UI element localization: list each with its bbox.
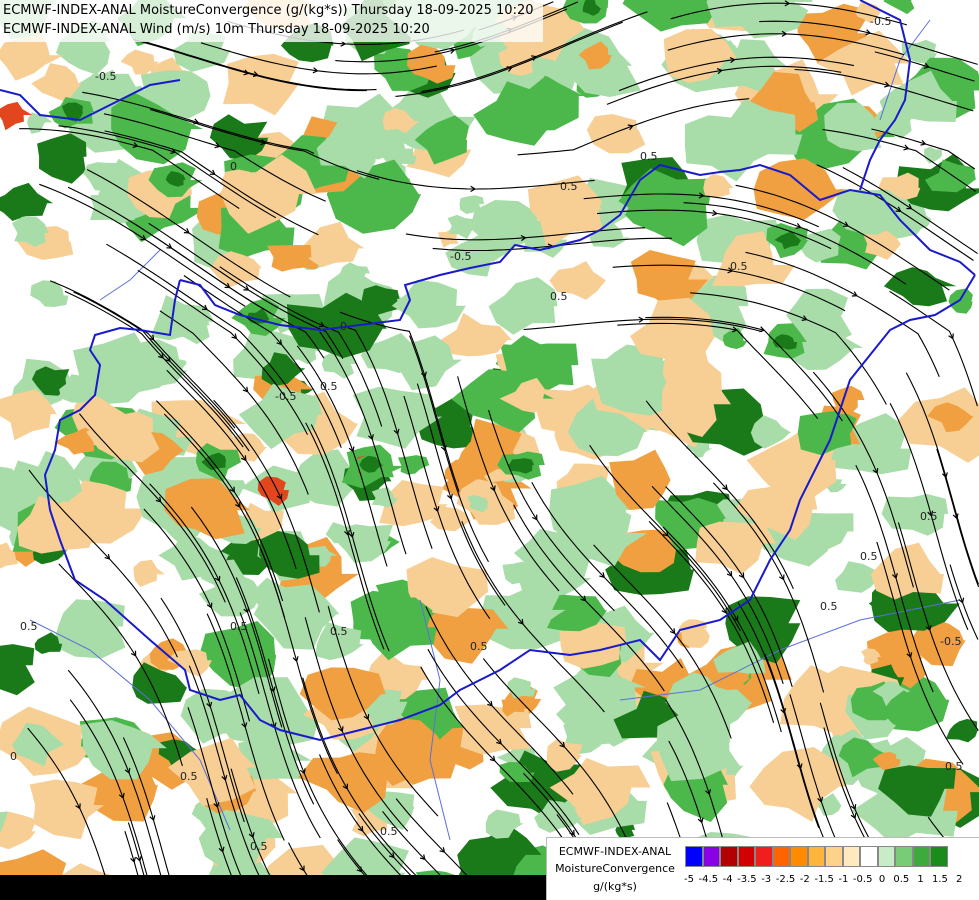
- legend-tick: -2.5: [775, 874, 796, 885]
- legend-parameter: MoistureConvergence: [555, 862, 675, 875]
- map-title-box: ECMWF-INDEX-ANAL MoistureConvergence (g/…: [0, 0, 543, 42]
- contour-label: -0.5: [275, 390, 296, 403]
- legend-swatch: [790, 846, 808, 867]
- contour-label: -0.5: [95, 70, 116, 83]
- legend-tick: 0.5: [893, 874, 910, 885]
- legend-swatch: [720, 846, 738, 867]
- moisture-convergence-map: 0.5 -0.5 0 0.5 -0.5 0.5 0 -0.5 0.5 0.5 0.5 0.5 -0.5 0…: [0, 0, 979, 900]
- legend-tick: -0.5: [852, 874, 873, 885]
- legend-tick: -3.5: [737, 874, 757, 885]
- contour-label: -0.5: [450, 250, 471, 263]
- title-wind: ECMWF-INDEX-ANAL Wind (m/s) 10m Thursday…: [3, 22, 430, 37]
- contour-label: 0.5: [860, 550, 878, 563]
- contour-label: 0.5: [470, 640, 488, 653]
- contour-label: -0.5: [870, 15, 891, 28]
- legend-swatch: [772, 846, 790, 867]
- contour-label: 0.5: [250, 840, 268, 853]
- legend-tick: -4: [722, 874, 733, 885]
- legend-swatch: [895, 846, 913, 867]
- contour-label: 0.5: [920, 510, 938, 523]
- legend-swatch: [825, 846, 843, 867]
- contour-label: 0.5: [230, 620, 248, 633]
- legend-swatch: [877, 846, 895, 867]
- color-legend: ECMWF-INDEX-ANAL MoistureConvergence g/(…: [546, 837, 979, 900]
- title-moisture-convergence: ECMWF-INDEX-ANAL MoistureConvergence (g/…: [3, 3, 534, 18]
- legend-tick: 1.5: [931, 874, 948, 885]
- legend-swatch: [860, 846, 878, 867]
- legend-unit: g/(kg*s): [593, 880, 637, 893]
- legend-swatch: [737, 846, 755, 867]
- legend-tick: 2: [956, 874, 963, 885]
- legend-tick-labels: -5 -4.5 -4 -3.5 -3 -2.5 -2 -1.5 -1 -0.5 0 0.5 1 1.5 2: [684, 874, 975, 888]
- legend-swatch: [842, 846, 860, 867]
- contour-label: 0.5: [380, 825, 398, 838]
- contour-label: 0: [340, 320, 347, 333]
- legend-swatch: [755, 846, 773, 867]
- contour-label: 0.5: [330, 625, 348, 638]
- contour-label: 0.5: [945, 760, 963, 773]
- contour-label: 0.5: [180, 770, 198, 783]
- contour-label: 0.5: [320, 380, 338, 393]
- legend-model: ECMWF-INDEX-ANAL: [558, 845, 672, 858]
- contour-label: 0: [230, 160, 237, 173]
- contour-label: 0.5: [640, 150, 658, 163]
- contour-label: 0.5: [820, 600, 838, 613]
- map-bottom-bar: [0, 875, 546, 900]
- contour-label: 0.5: [20, 620, 38, 633]
- legend-tick: 1: [917, 874, 924, 885]
- legend-swatch: [685, 846, 703, 867]
- legend-swatch: [702, 846, 720, 867]
- legend-tick: -3: [761, 874, 772, 885]
- contour-label: 0: [10, 750, 17, 763]
- legend-swatch: [930, 846, 948, 867]
- contour-label: -0.5: [940, 635, 961, 648]
- contour-label: 0.5: [560, 180, 578, 193]
- legend-swatch: [807, 846, 825, 867]
- legend-tick: -1.5: [814, 874, 834, 885]
- legend-tick: -4.5: [698, 874, 719, 885]
- legend-tick: -1: [838, 874, 849, 885]
- contour-label: 0.5: [730, 260, 748, 273]
- legend-color-scale: [685, 846, 948, 867]
- legend-tick: -2: [799, 874, 810, 885]
- legend-swatch: [912, 846, 930, 867]
- contour-label: 0.5: [550, 290, 568, 303]
- legend-tick: 0: [878, 874, 886, 885]
- weather-map-view: 0.5 -0.5 0 0.5 -0.5 0.5 0 -0.5 0.5 0.5 0.5 0.5 -0.5 0…: [0, 0, 979, 900]
- legend-tick: -5: [684, 874, 694, 885]
